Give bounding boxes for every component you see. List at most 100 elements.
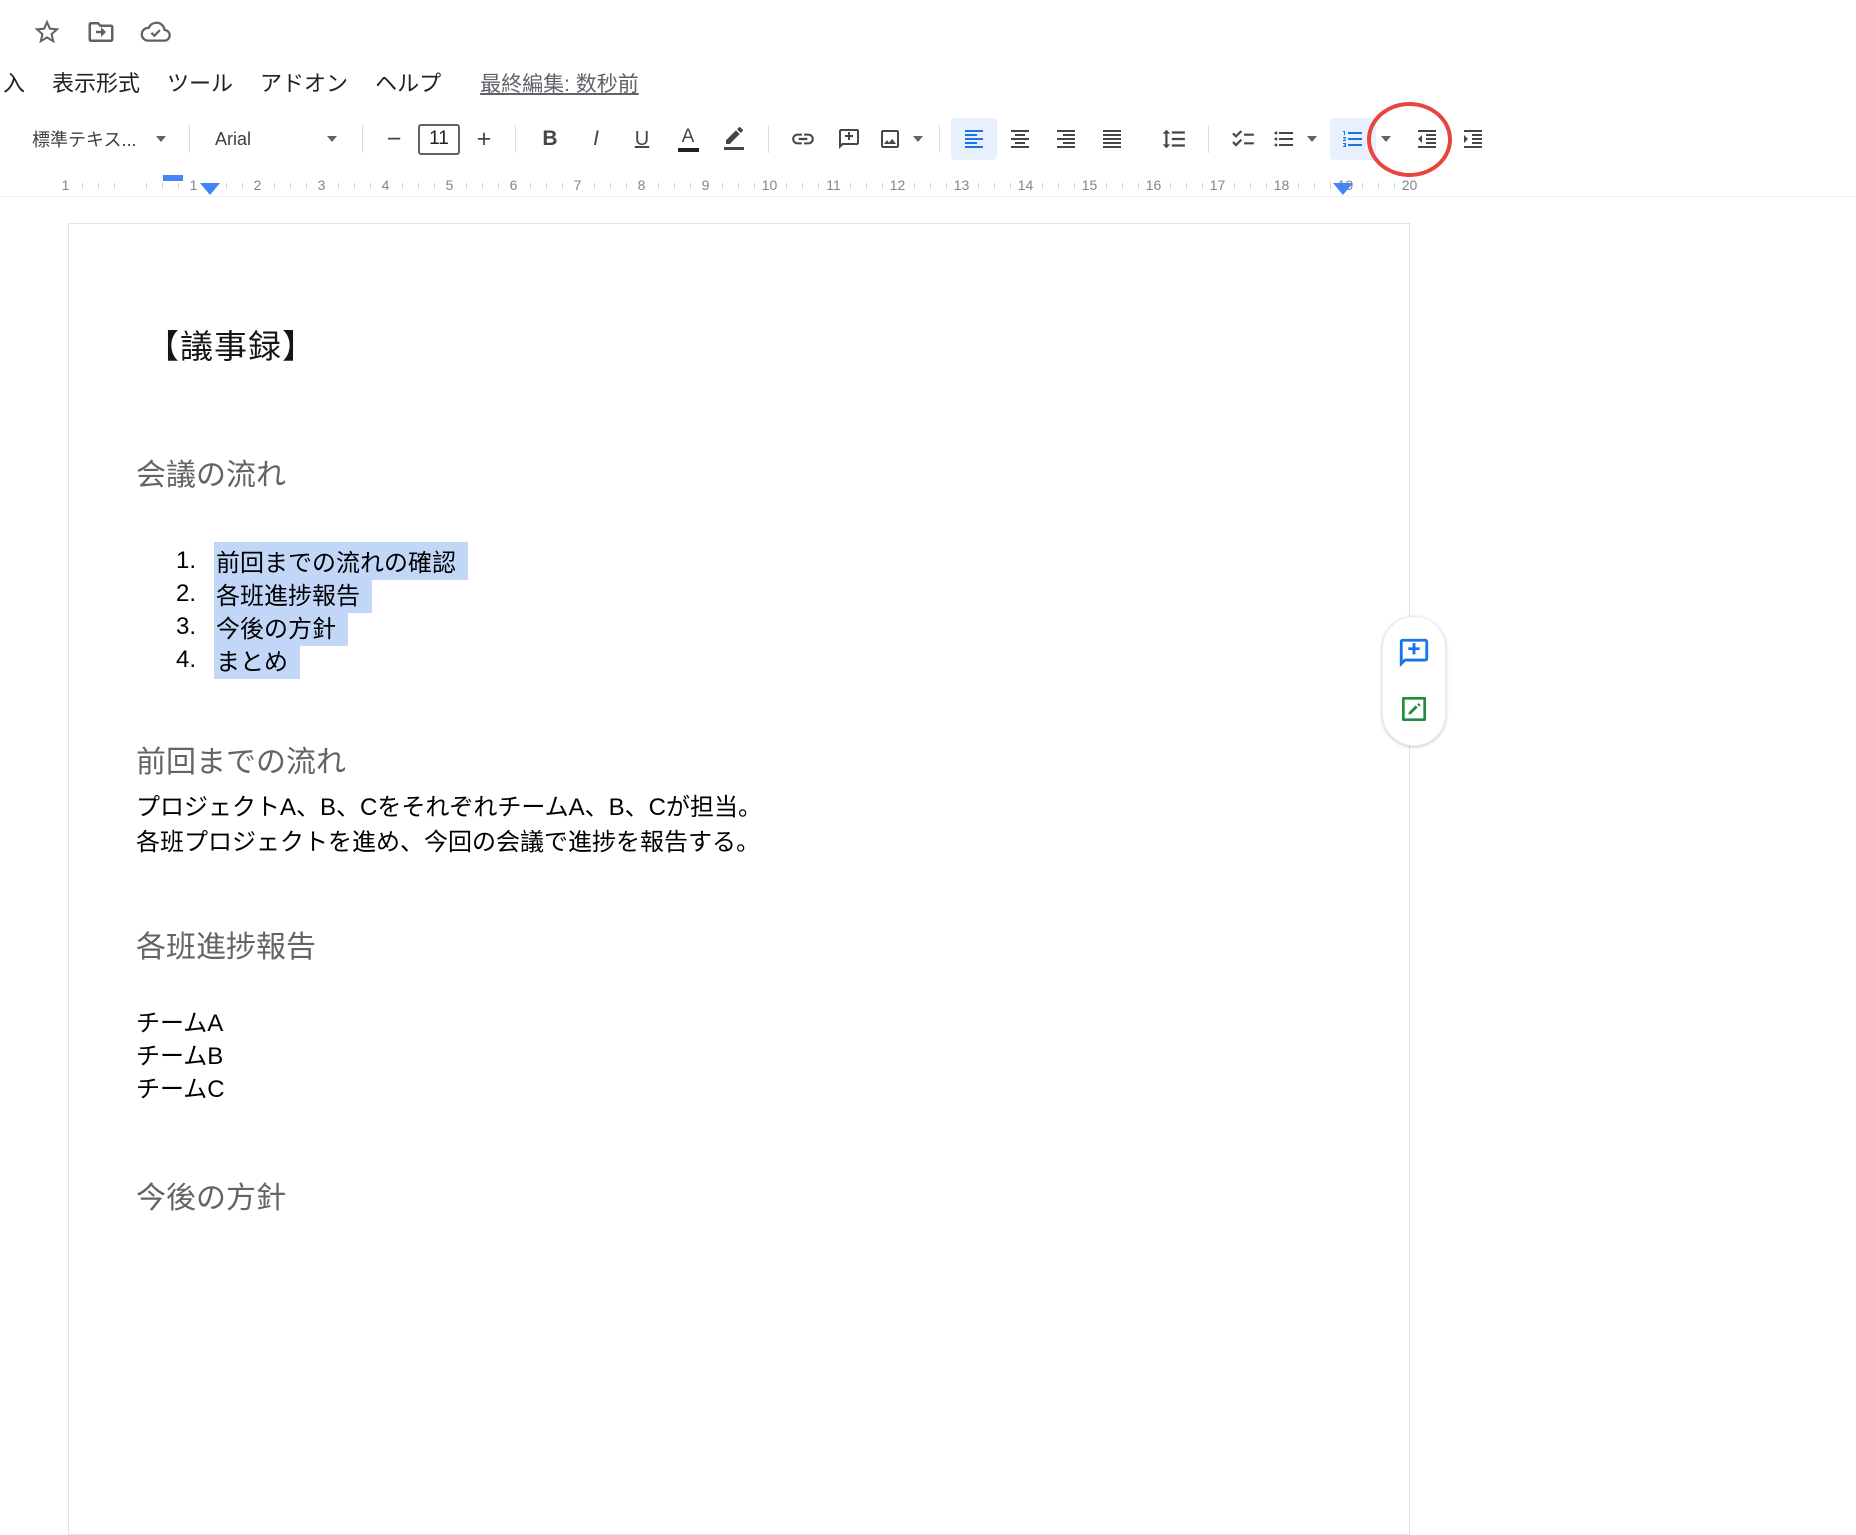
ruler[interactable]: 11234567891011121314151617181920 [0,174,1856,197]
ruler-number: 3 [313,177,331,193]
line-spacing-icon [1161,126,1187,152]
quick-actions [31,16,171,48]
align-right-icon [1054,127,1078,151]
outdent-icon [1415,127,1439,151]
ruler-tick [242,183,243,189]
menu-tools[interactable]: ツール [167,66,233,98]
suggest-edits-button[interactable] [1394,689,1434,729]
heading-previous[interactable]: 前回までの流れ [136,743,346,783]
ruler-tick [802,183,803,189]
move-folder-icon[interactable] [85,16,117,48]
doc-title[interactable]: 【議事録】 [146,324,316,370]
bulleted-list-menu-arrow[interactable] [1302,118,1322,160]
italic-button[interactable]: I [573,118,619,160]
numbered-list-menu-arrow[interactable] [1376,118,1396,160]
bulleted-list-button[interactable] [1266,118,1302,160]
list-item[interactable]: 4. まとめ [69,643,468,676]
insert-image-button[interactable] [872,118,908,160]
text-line[interactable]: 各班プロジェクトを進め、今回の会議で進捗を報告する。 [136,825,762,860]
ruler-tick [658,183,659,189]
document-page[interactable]: 【議事録】 会議の流れ 1. 前回までの流れの確認 2. 各班進捗報告 3. 今… [68,223,1410,1535]
toolbar-divider [515,125,516,153]
bold-button[interactable]: B [527,118,573,160]
ruler-tick [370,183,371,189]
underline-button[interactable]: U [619,118,665,160]
heading-agenda[interactable]: 会議の流れ [136,456,286,496]
text-line[interactable]: プロジェクトA、B、CをそれぞれチームA、B、Cが担当。 [136,790,762,825]
insert-image-menu-arrow[interactable] [908,118,928,160]
font-size-value: 11 [429,128,449,150]
ruler-tick [914,183,915,189]
ruler-tick [786,183,787,189]
star-icon[interactable] [31,16,63,48]
heading-future[interactable]: 今後の方針 [136,1179,286,1219]
ruler-number: 14 [1017,177,1035,193]
paragraph-style-selector[interactable]: 標準テキス... [20,118,178,160]
ruler-number: 13 [953,177,971,193]
insert-link-button[interactable] [780,118,826,160]
ruler-number: 20 [1401,177,1419,193]
decrease-indent-button[interactable] [1404,118,1450,160]
list-number: 1. [176,547,214,575]
last-edit-link[interactable]: 最終編集: 数秒前 [480,68,639,98]
ruler-tick [1202,183,1203,189]
ruler-number: 7 [569,177,587,193]
checklist-button[interactable] [1220,118,1266,160]
text-line[interactable]: チームC [136,1073,225,1106]
ruler-tick [930,183,931,189]
menu-insert-partial[interactable]: 入 [3,66,25,98]
list-item[interactable]: 2. 各班進捗報告 [69,577,468,610]
toolbar-divider [1208,125,1209,153]
chevron-down-icon [1381,136,1391,142]
menu-format[interactable]: 表示形式 [52,66,140,98]
heading-progress[interactable]: 各班進捗報告 [136,928,316,968]
left-indent-marker[interactable] [200,183,220,195]
ruler-tick [354,183,355,189]
ruler-tick [1362,183,1363,189]
list-item[interactable]: 1. 前回までの流れの確認 [69,544,468,577]
suggest-edit-icon [1398,693,1430,725]
ruler-tick [1330,183,1331,189]
text-line[interactable]: チームB [136,1040,225,1073]
menu-help[interactable]: ヘルプ [375,66,441,98]
font-selector[interactable]: Arial [201,118,351,160]
link-icon [790,126,816,152]
add-comment-float-button[interactable] [1394,633,1434,673]
ruler-tick [738,183,739,189]
text-color-button[interactable]: A [665,118,711,160]
menu-addons[interactable]: アドオン [260,66,348,98]
bold-icon: B [542,127,557,151]
add-comment-button[interactable] [826,118,872,160]
ruler-tick [546,183,547,189]
line-spacing-button[interactable] [1151,118,1197,160]
highlight-color-button[interactable] [711,118,757,160]
decrease-font-size-button[interactable]: − [374,118,414,160]
numbered-list-button[interactable] [1330,118,1376,160]
first-line-indent-marker[interactable] [163,175,183,181]
list-item[interactable]: 3. 今後の方針 [69,610,468,643]
chevron-down-icon [1307,136,1317,142]
ruler-tick [114,183,115,189]
ruler-tick [610,183,611,189]
text-line[interactable]: チームA [136,1007,225,1040]
list-number: 4. [176,646,214,674]
increase-indent-button[interactable] [1450,118,1496,160]
font-size-input[interactable]: 11 [418,124,460,155]
text-color-bar [678,148,699,152]
ruler-tick [82,183,83,189]
align-center-button[interactable] [997,118,1043,160]
chevron-down-icon [327,136,337,142]
align-right-button[interactable] [1043,118,1089,160]
selected-text[interactable]: まとめ [214,641,300,679]
align-justify-button[interactable] [1089,118,1135,160]
ruler-tick [1394,183,1395,189]
checklist-icon [1230,126,1256,152]
menubar: 入 表示形式 ツール アドオン ヘルプ 最終編集: 数秒前 [3,66,639,98]
paragraph-style-value: 標準テキス... [32,126,136,152]
ruler-tick [482,183,483,189]
ruler-number: 1 [57,177,75,193]
font-value: Arial [215,129,251,150]
align-left-button[interactable] [951,118,997,160]
right-indent-marker[interactable] [1333,183,1353,195]
increase-font-size-button[interactable]: + [464,118,504,160]
